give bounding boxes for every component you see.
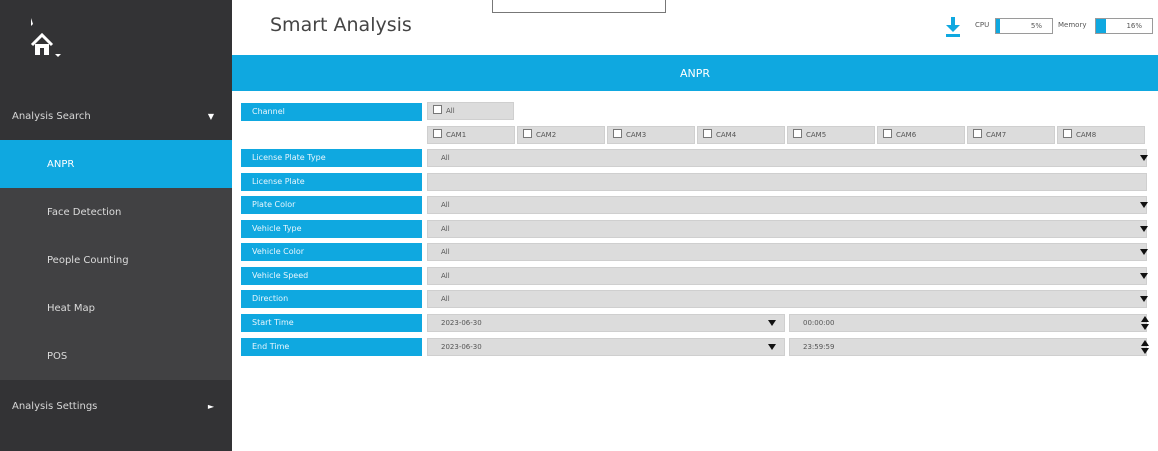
vehicle-color-label: Vehicle Color [241,243,422,261]
checkbox-label: All [446,107,455,115]
start-time-spinner[interactable]: 00:00:00 [789,314,1149,332]
spinner-arrows-icon[interactable] [1141,316,1149,330]
sidebar-item-pos[interactable]: POS [0,332,232,380]
sidebar-group-analysis-settings[interactable]: Analysis Settings ► [0,382,232,430]
select-value: All [441,201,450,209]
checkbox-icon[interactable] [793,129,802,138]
memory-meter-fill [1096,19,1106,33]
vehicle-color-select[interactable]: All [427,243,1148,261]
end-time-spinner[interactable]: 23:59:59 [789,338,1149,356]
section-banner: ANPR [232,55,1158,91]
memory-label: Memory [1058,21,1087,29]
checkbox-icon[interactable] [523,129,532,138]
caret-right-icon: ► [207,401,214,411]
sidebar-group-label: Analysis Search [12,110,91,122]
checkbox-icon[interactable] [883,129,892,138]
cam6-checkbox[interactable]: CAM6 [877,126,965,144]
checkbox-icon[interactable] [973,129,982,138]
select-value: All [441,272,450,280]
sidebar-item-people-counting[interactable]: People Counting [0,236,232,284]
start-date-picker[interactable]: 2023-06-30 [427,314,785,332]
dropdown-arrow-icon[interactable] [1140,202,1148,208]
checkbox-label: CAM7 [986,131,1007,139]
dropdown-arrow-icon[interactable] [768,344,776,350]
plate-color-select[interactable]: All [427,196,1148,214]
direction-select[interactable]: All [427,290,1148,308]
checkbox-label: CAM2 [536,131,557,139]
memory-value: 16% [1126,22,1142,30]
checkbox-label: CAM5 [806,131,827,139]
sidebar-item-label: People Counting [47,254,129,266]
dropdown-arrow-icon[interactable] [1140,155,1148,161]
select-value: All [441,225,450,233]
sidebar-item-label: Face Detection [47,206,122,218]
start-time-label: Start Time [241,314,422,332]
page-title: Smart Analysis [270,14,412,36]
license-plate-type-select[interactable]: All [427,149,1148,167]
vehicle-type-label: Vehicle Type [241,220,422,238]
sidebar-item-anpr[interactable]: ANPR [0,140,232,188]
top-edge-frame [492,0,666,13]
channel-all-checkbox[interactable]: All [427,102,514,120]
channel-label: Channel [241,103,422,121]
sidebar-item-label: POS [47,350,68,362]
cam1-checkbox[interactable]: CAM1 [427,126,515,144]
checkbox-label: CAM4 [716,131,737,139]
date-value: 2023-06-30 [441,343,482,351]
sidebar-group-label: Analysis Settings [12,400,98,412]
date-value: 2023-06-30 [441,319,482,327]
time-value: 23:59:59 [803,343,835,351]
dropdown-arrow-icon[interactable] [1140,296,1148,302]
checkbox-icon[interactable] [1063,129,1072,138]
dropdown-arrow-icon[interactable] [1140,273,1148,279]
cam3-checkbox[interactable]: CAM3 [607,126,695,144]
cam4-checkbox[interactable]: CAM4 [697,126,785,144]
checkbox-icon[interactable] [613,129,622,138]
checkbox-icon[interactable] [433,105,442,114]
cam2-checkbox[interactable]: CAM2 [517,126,605,144]
end-time-label: End Time [241,338,422,356]
dropdown-arrow-icon[interactable] [1140,249,1148,255]
license-plate-label: License Plate [241,173,422,191]
select-value: All [441,295,450,303]
vehicle-speed-select[interactable]: All [427,267,1148,285]
end-date-picker[interactable]: 2023-06-30 [427,338,785,356]
sidebar-group-analysis-search[interactable]: Analysis Search ▼ [0,92,232,140]
cam5-checkbox[interactable]: CAM5 [787,126,875,144]
license-plate-input[interactable] [427,173,1147,191]
caret-down-icon: ▼ [207,111,214,121]
select-value: All [441,154,450,162]
checkbox-icon[interactable] [433,129,442,138]
cam7-checkbox[interactable]: CAM7 [967,126,1055,144]
checkbox-label: CAM8 [1076,131,1097,139]
checkbox-label: CAM3 [626,131,647,139]
cpu-meter: 5% [995,18,1053,34]
app-window: Analysis Search ▼ ANPR Face Detection Pe… [0,0,1158,451]
dropdown-arrow-icon[interactable] [768,320,776,326]
checkbox-icon[interactable] [703,129,712,138]
home-icon[interactable] [28,18,68,58]
select-value: All [441,248,450,256]
time-value: 00:00:00 [803,319,835,327]
sidebar: Analysis Search ▼ ANPR Face Detection Pe… [0,0,232,451]
dropdown-arrow-icon[interactable] [1140,226,1148,232]
memory-meter: 16% [1095,18,1153,34]
plate-color-label: Plate Color [241,196,422,214]
download-icon[interactable] [945,17,961,37]
cpu-label: CPU [975,21,990,29]
vehicle-type-select[interactable]: All [427,220,1148,238]
checkbox-label: CAM6 [896,131,917,139]
license-plate-type-label: License Plate Type [241,149,422,167]
cpu-value: 5% [1030,22,1042,30]
checkbox-label: CAM1 [446,131,467,139]
sidebar-item-label: ANPR [47,158,75,170]
vehicle-speed-label: Vehicle Speed [241,267,422,285]
cam8-checkbox[interactable]: CAM8 [1057,126,1145,144]
cpu-meter-fill [996,19,1000,33]
sidebar-item-face-detection[interactable]: Face Detection [0,188,232,236]
spinner-arrows-icon[interactable] [1141,340,1149,354]
sidebar-item-heat-map[interactable]: Heat Map [0,284,232,332]
direction-label: Direction [241,290,422,308]
sidebar-item-label: Heat Map [47,302,96,314]
